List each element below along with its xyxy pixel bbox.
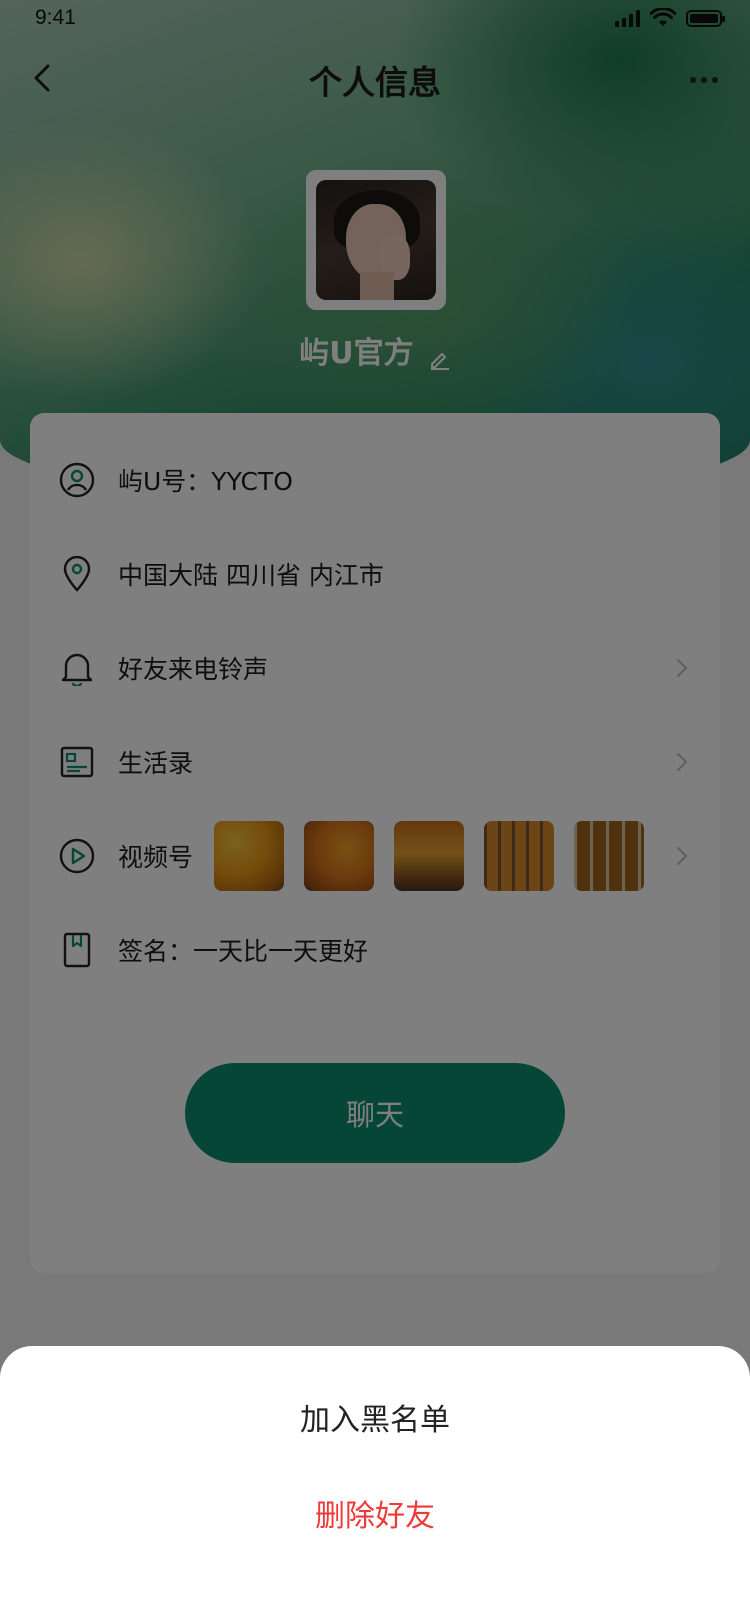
action-sheet: 加入黑名单 删除好友	[0, 1346, 750, 1624]
add-to-blacklist-button[interactable]: 加入黑名单	[0, 1372, 750, 1462]
delete-friend-button[interactable]: 删除好友	[0, 1468, 750, 1558]
